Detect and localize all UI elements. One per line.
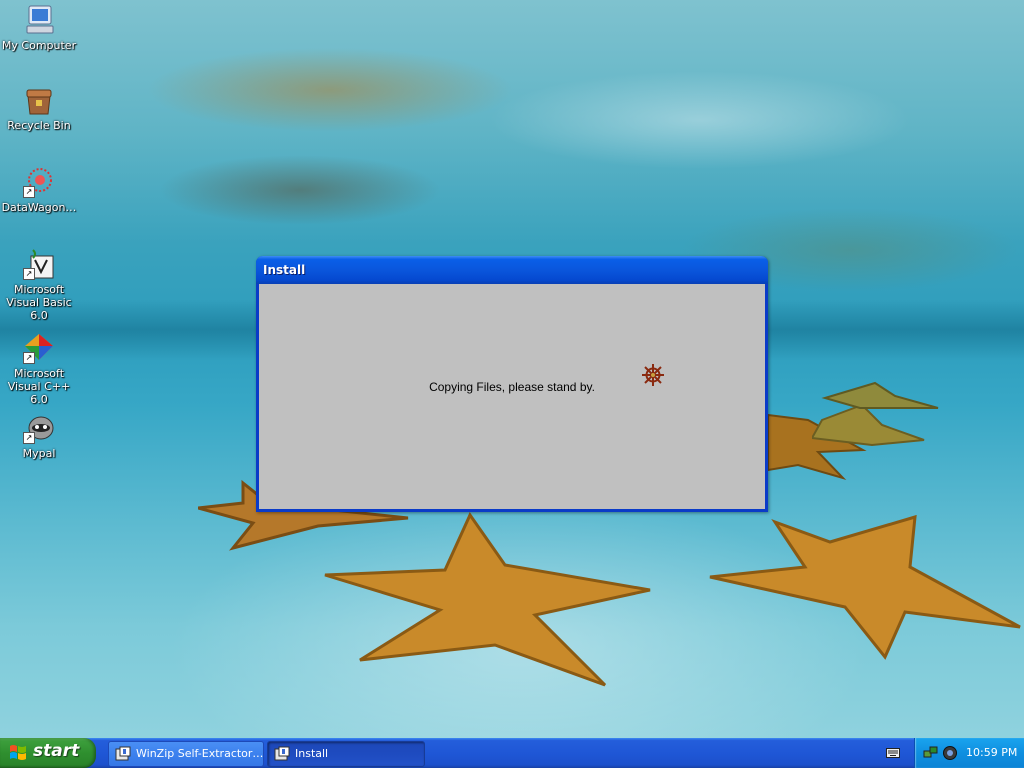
volume-icon[interactable]	[942, 745, 958, 761]
window-titlebar[interactable]: Install	[256, 256, 768, 284]
taskbar-button-winzip[interactable]: WinZip Self-Extractor…	[108, 741, 264, 767]
desktop-icon-mypal[interactable]: ↗ Mypal	[0, 412, 78, 460]
visual-cpp-icon: ↗	[23, 332, 55, 364]
taskbar-button-label: Install	[295, 747, 329, 760]
ship-wheel-icon	[642, 364, 664, 386]
install-icon	[274, 746, 290, 761]
system-tray: 10:59 PM	[914, 738, 1024, 768]
desktop-icon-label: DataWagon…	[1, 201, 77, 214]
shortcut-arrow-icon: ↗	[23, 268, 35, 280]
desktop-icon-label: Microsoft Visual C++ 6.0	[7, 367, 71, 406]
datawagon-icon: ↗	[23, 166, 55, 198]
start-button[interactable]: start	[0, 738, 96, 768]
starfish-right	[709, 514, 1021, 660]
desktop-icon-label: Microsoft Visual Basic 6.0	[6, 283, 72, 322]
starfish-back-3	[821, 381, 939, 409]
visual-basic-icon: ↗	[23, 248, 55, 280]
taskbar-button-label: WinZip Self-Extractor…	[136, 747, 264, 760]
desktop-icon-label: My Computer	[1, 39, 77, 52]
desktop-icon-recycle-bin[interactable]: Recycle Bin	[0, 84, 78, 132]
my-computer-icon	[23, 4, 55, 36]
desktop-icon-label: Recycle Bin	[7, 119, 71, 132]
desktop-icon-label: Mypal	[22, 447, 56, 460]
shortcut-arrow-icon: ↗	[23, 432, 35, 444]
window-title: Install	[263, 263, 306, 277]
desktop-icon-my-computer[interactable]: My Computer	[0, 4, 78, 52]
window-client-area: Copying Files, please stand by.	[259, 284, 765, 509]
keyboard-icon[interactable]	[886, 747, 900, 759]
network-icon[interactable]	[923, 745, 939, 761]
desktop-icon-visual-cpp[interactable]: ↗ Microsoft Visual C++ 6.0	[0, 332, 78, 406]
clock[interactable]: 10:59 PM	[966, 746, 1017, 759]
taskbar: start WinZip Self-Extractor… Install 10:…	[0, 738, 1024, 768]
mypal-icon: ↗	[23, 412, 55, 444]
desktop-icon-datawagon[interactable]: ↗ DataWagon…	[0, 166, 78, 214]
status-message: Copying Files, please stand by.	[429, 380, 595, 394]
shortcut-arrow-icon: ↗	[23, 186, 35, 198]
winzip-icon	[115, 746, 131, 761]
recycle-bin-icon	[23, 84, 55, 116]
windows-logo-icon	[10, 745, 26, 760]
shortcut-arrow-icon: ↗	[23, 352, 35, 364]
taskbar-button-install[interactable]: Install	[267, 741, 425, 767]
start-label: start	[33, 741, 80, 761]
desktop-icon-visual-basic[interactable]: ↗ Microsoft Visual Basic 6.0	[0, 248, 78, 322]
install-window[interactable]: Install Copying Files, please stand by.	[256, 256, 768, 512]
